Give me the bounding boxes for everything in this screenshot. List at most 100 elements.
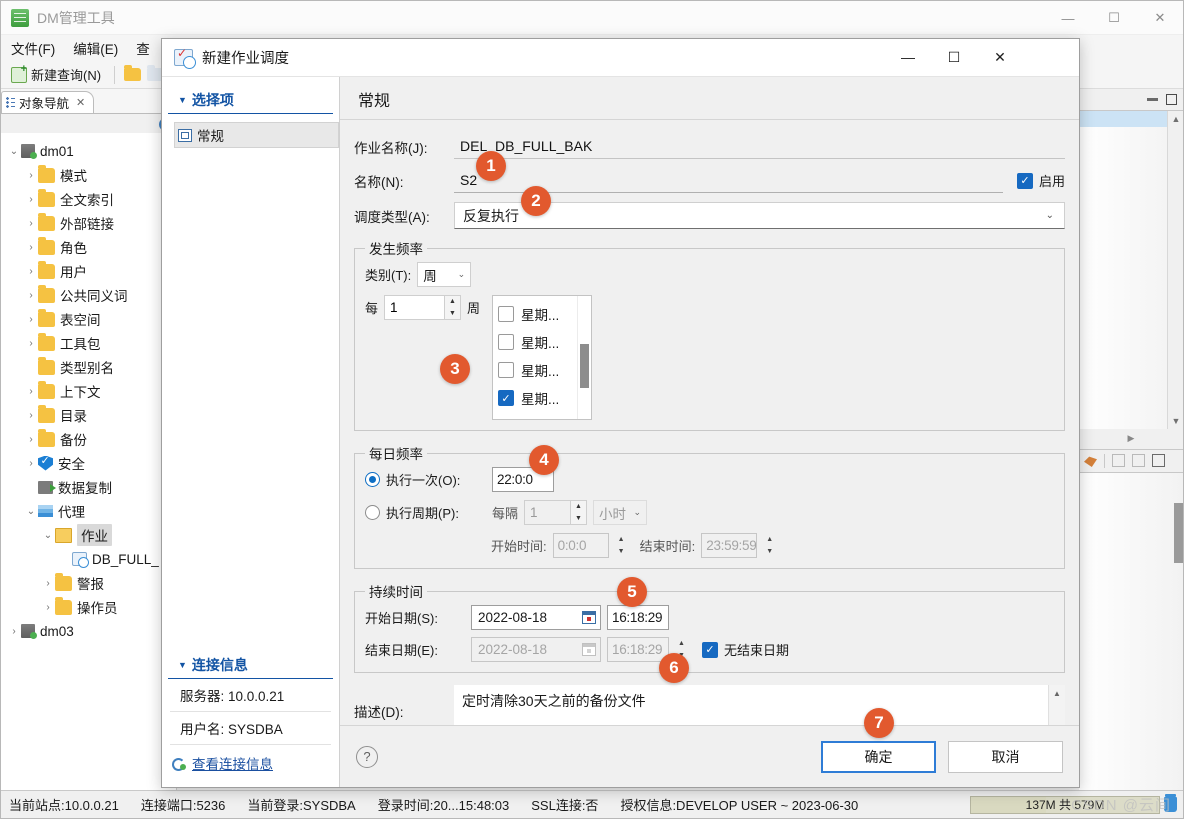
spin-up-icon-2[interactable]: ▲ [571, 501, 586, 513]
chevron-right-icon[interactable]: › [24, 266, 38, 277]
object-tree[interactable]: ⌄ dm01 › 模式 › 全文索引 › 外部链接 › 角色 › 用户 › 公共同义词 › 表空间 › 工具包 类型… [1, 133, 176, 790]
start-datetime-input[interactable]: 16:18:29 [607, 605, 669, 630]
tree-item[interactable]: ⌄ dm01 [1, 139, 176, 163]
tree-item[interactable]: › 操作员 [1, 595, 176, 619]
scroll-up-icon-2[interactable]: ▲ [1049, 685, 1065, 702]
dialog-minimize-button[interactable]: — [885, 38, 931, 76]
close-button[interactable]: ✕ [1137, 1, 1183, 35]
dialog-maximize-button[interactable]: ☐ [931, 38, 977, 76]
close-icon[interactable]: ✕ [76, 96, 85, 109]
tree-item[interactable]: ⌄ 代理 [1, 499, 176, 523]
spin-up-icon[interactable]: ▲ [445, 296, 460, 308]
chevron-right-icon[interactable]: › [24, 314, 38, 325]
tree-item[interactable]: 数据复制 [1, 475, 176, 499]
enable-checkbox[interactable]: ✓ [1016, 172, 1033, 189]
tree-item[interactable]: DB_FULL_ [1, 547, 176, 571]
tree-item[interactable]: › 表空间 [1, 307, 176, 331]
chevron-right-icon[interactable]: › [24, 218, 38, 229]
view-connection-info-link[interactable]: 查看连接信息 [162, 745, 339, 773]
expand-all-icon[interactable] [1112, 454, 1125, 467]
menu-item-edit[interactable]: 编辑(E) [73, 38, 118, 58]
description-textarea[interactable]: 定时清除30天之前的备份文件 ▲ ▼ [454, 685, 1065, 725]
chevron-right-icon[interactable]: › [24, 386, 38, 397]
interval-spin-buttons[interactable]: ▲ ▼ [570, 500, 588, 525]
menu-item-file[interactable]: 文件(F) [11, 38, 55, 58]
chevron-down-icon[interactable]: ⌄ [41, 530, 55, 541]
end-date-input[interactable]: 2022-08-18 [471, 637, 601, 662]
sidebar-item-general[interactable]: 常规 [174, 122, 339, 148]
chevron-right-icon[interactable]: › [24, 290, 38, 301]
weekday-item[interactable]: 星期... [498, 356, 577, 384]
collapse-all-icon[interactable] [1132, 454, 1145, 467]
help-button[interactable]: ? [356, 745, 378, 768]
chevron-right-icon[interactable]: › [24, 194, 38, 205]
sidebar-section-options[interactable]: ▼ 选择项 [168, 87, 333, 114]
sidebar-section-connection[interactable]: ▼ 连接信息 [168, 652, 333, 679]
chevron-down-icon[interactable]: ⌄ [7, 146, 21, 157]
end-datetime-input[interactable]: 16:18:29 [607, 637, 669, 662]
interval-input[interactable] [524, 500, 571, 525]
spin-down-icon[interactable]: ▼ [445, 308, 460, 320]
chevron-right-icon[interactable]: › [7, 626, 21, 637]
start-time-spinner[interactable]: ▲ ▼ [615, 533, 628, 558]
weekday-list[interactable]: 星期... 星期... 星期... ✓ 星期... [492, 295, 593, 420]
weekday-item[interactable]: 星期... [498, 300, 577, 328]
tree-item[interactable]: › 备份 [1, 427, 176, 451]
right-panel-scrollbar[interactable]: ▲ ▼ [1167, 111, 1183, 429]
calendar-icon[interactable] [582, 611, 596, 624]
scrollbar-thumb[interactable] [1174, 502, 1183, 563]
cancel-button[interactable]: 取消 [948, 740, 1063, 773]
repeat-radio[interactable] [365, 505, 380, 520]
panel-maximize-icon-2[interactable] [1152, 454, 1165, 467]
week-interval-spin-buttons[interactable]: ▲ ▼ [444, 295, 462, 320]
menu-item-view[interactable]: 查 [136, 38, 150, 58]
chevron-right-icon[interactable]: › [41, 602, 55, 613]
maximize-button[interactable]: ☐ [1091, 1, 1137, 35]
weekday-list-scrollbar[interactable] [577, 296, 592, 419]
calendar-icon-2[interactable] [582, 643, 596, 656]
view-connection-info-label[interactable]: 查看连接信息 [192, 753, 273, 773]
start-date-input[interactable]: 2022-08-18 [471, 605, 601, 630]
tree-item[interactable]: › 角色 [1, 235, 176, 259]
panel-maximize-icon[interactable] [1166, 94, 1177, 105]
spin-down-icon-2[interactable]: ▼ [571, 513, 586, 525]
tree-item[interactable]: › 全文索引 [1, 187, 176, 211]
tab-object-navigator[interactable]: 对象导航 ✕ [1, 91, 95, 113]
weekday-item[interactable]: 星期... [498, 328, 577, 356]
tree-item[interactable]: › 上下文 [1, 379, 176, 403]
end-time-spinner[interactable]: ▲ ▼ [763, 533, 776, 558]
chevron-right-icon[interactable]: › [24, 338, 38, 349]
start-time-input[interactable]: 0:0:0 [552, 533, 609, 558]
panel-minimize-icon[interactable] [1147, 98, 1158, 101]
new-query-button[interactable]: 新建查询(N) [7, 63, 105, 85]
chevron-right-icon[interactable]: › [24, 170, 38, 181]
weekday-checkbox[interactable] [498, 334, 515, 350]
week-interval-input[interactable] [384, 295, 445, 320]
chevron-right-icon[interactable]: › [24, 242, 38, 253]
tree-item[interactable]: › 用户 [1, 259, 176, 283]
tree-item[interactable]: › 安全 [1, 451, 176, 475]
once-radio[interactable] [365, 472, 380, 487]
weekday-item[interactable]: ✓ 星期... [498, 384, 577, 412]
weekday-checkbox[interactable]: ✓ [498, 390, 515, 406]
no-end-date-checkbox[interactable]: ✓ [702, 641, 718, 658]
trash-icon[interactable] [1164, 794, 1177, 812]
chevron-right-icon[interactable]: › [24, 410, 38, 421]
chevron-right-icon[interactable]: › [24, 458, 38, 469]
tree-item[interactable]: › 工具包 [1, 331, 176, 355]
weekday-checkbox[interactable] [498, 362, 515, 378]
tree-item[interactable]: › 目录 [1, 403, 176, 427]
tree-item[interactable]: › 警报 [1, 571, 176, 595]
tree-item[interactable]: ⌄ 作业 [1, 523, 176, 547]
chevron-down-icon[interactable]: ⌄ [24, 506, 38, 517]
interval-spinner[interactable]: ▲ ▼ [524, 500, 588, 525]
tree-item[interactable]: 类型别名 [1, 355, 176, 379]
weekday-checkbox[interactable] [498, 306, 515, 322]
category-select[interactable]: 周 ⌄ [417, 262, 472, 287]
tree-item[interactable]: › 外部链接 [1, 211, 176, 235]
tree-item[interactable]: › dm03 [1, 619, 176, 643]
chevron-right-icon[interactable]: › [24, 434, 38, 445]
chevron-right-icon[interactable]: › [41, 578, 55, 589]
scroll-up-icon[interactable]: ▲ [1168, 111, 1184, 127]
ok-button[interactable]: 确定 [821, 740, 936, 773]
